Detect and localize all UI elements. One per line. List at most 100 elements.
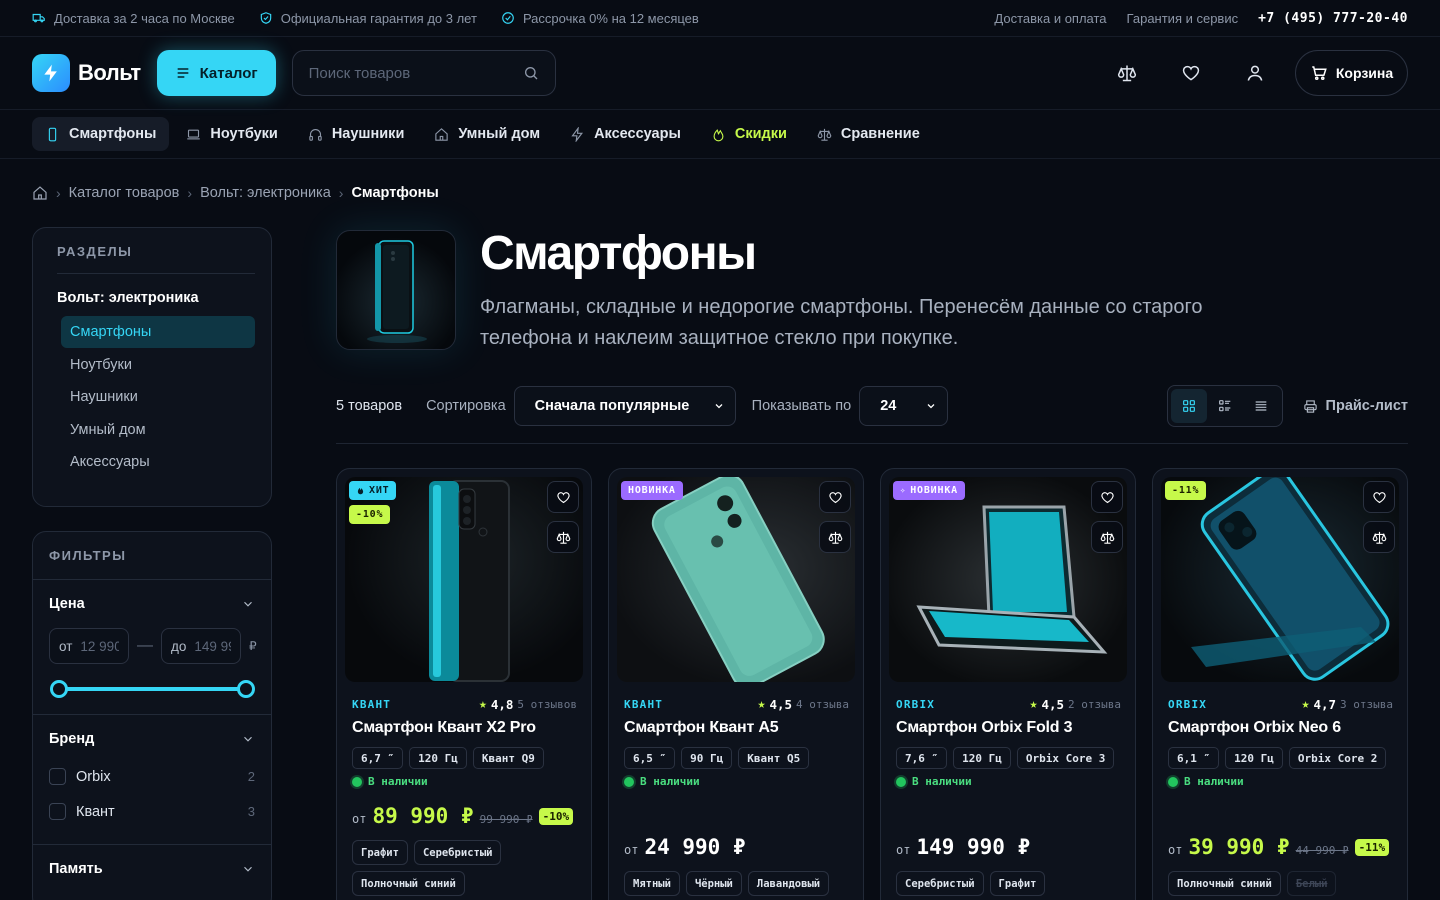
section-item-laptops[interactable]: Ноутбуки — [61, 349, 255, 381]
link-warranty-service[interactable]: Гарантия и сервис — [1127, 11, 1239, 26]
catnav-item-laptops[interactable]: Ноутбуки — [173, 117, 290, 151]
sort-value: Сначала популярные — [534, 398, 690, 414]
spec-chip: Orbix Core 2 — [1288, 747, 1387, 769]
cart-label: Корзина — [1335, 65, 1394, 81]
cart-button[interactable]: Корзина — [1295, 50, 1408, 96]
product-brand[interactable]: ORBIX — [1168, 698, 1207, 711]
price-filter-header[interactable]: Цена — [49, 596, 255, 612]
price-to-value: 149 990 — [194, 638, 231, 654]
per-page-select[interactable]: 24 — [859, 386, 949, 426]
brand-option-orbix[interactable]: Orbix 2 — [49, 759, 255, 794]
product-title[interactable]: Смартфон Квант A5 — [624, 719, 779, 737]
view-list-button[interactable] — [1207, 389, 1243, 423]
catnav-label: Умный дом — [458, 126, 541, 142]
price-from-value: 12 990 — [80, 638, 119, 654]
add-to-favorites-button[interactable] — [819, 481, 851, 513]
product-title[interactable]: Смартфон Orbix Neo 6 — [1168, 719, 1341, 737]
link-delivery-payment[interactable]: Доставка и оплата — [994, 11, 1106, 26]
review-count[interactable]: 5 отзывов — [517, 698, 577, 711]
product-card[interactable]: ХИТ -10% КВАНТ ★ 4,8 5 отзывов Смартфон … — [336, 468, 592, 900]
product-title[interactable]: Смартфон Orbix Fold 3 — [896, 719, 1072, 737]
breadcrumb-link[interactable]: Вольт: электроника — [200, 185, 331, 201]
catnav-item-accessories[interactable]: Аксессуары — [557, 117, 694, 151]
catnav-item-smartphones[interactable]: Смартфоны — [32, 117, 170, 151]
color-option[interactable]: Серебристый — [896, 871, 984, 896]
section-item-smartphones[interactable]: Смартфоны — [61, 316, 255, 348]
color-option[interactable]: Полночный синий — [352, 871, 465, 896]
catnav-item-smart-home[interactable]: Умный дом — [421, 117, 553, 151]
brand-option-kvant[interactable]: Квант 3 — [49, 794, 255, 829]
memory-filter-header[interactable]: Память — [49, 861, 255, 877]
product-card[interactable]: НОВИНКА КВАНТ ★ 4,5 4 отзыва Смартфон Кв… — [608, 468, 864, 900]
product-title[interactable]: Смартфон Квант X2 Pro — [352, 719, 536, 737]
home-icon[interactable] — [32, 185, 48, 201]
compare-button[interactable] — [1095, 50, 1159, 96]
add-to-favorites-button[interactable] — [1091, 481, 1123, 513]
sections-group[interactable]: Вольт: электроника — [57, 290, 255, 306]
product-count: 5 товаров — [336, 398, 403, 414]
color-option[interactable]: Чёрный — [685, 871, 742, 896]
section-item-smart-home[interactable]: Умный дом — [61, 414, 255, 446]
add-to-compare-button[interactable] — [819, 521, 851, 553]
add-to-compare-button[interactable] — [1091, 521, 1123, 553]
slider-track — [58, 687, 247, 691]
section-item-accessories[interactable]: Аксессуары — [61, 446, 255, 478]
brand-count: 2 — [247, 769, 255, 784]
product-brand[interactable]: КВАНТ — [352, 698, 391, 711]
chevron-down-icon — [244, 601, 252, 607]
slider-handle-max[interactable] — [237, 680, 255, 698]
price-list-button[interactable]: Прайс-лист — [1303, 398, 1408, 414]
product-brand[interactable]: КВАНТ — [624, 698, 663, 711]
scales-icon — [1117, 65, 1137, 82]
color-option[interactable]: Серебристый — [413, 840, 502, 865]
price-range-slider[interactable] — [50, 680, 255, 698]
phone-number[interactable]: +7 (495) 777-20-40 — [1258, 11, 1408, 26]
heart-icon — [828, 491, 842, 503]
catnav-item-compare[interactable]: Сравнение — [804, 117, 933, 151]
catalog-button-label: Каталог — [199, 64, 258, 82]
discount-badge: -11% — [1354, 838, 1390, 856]
logo[interactable]: Вольт — [32, 54, 141, 92]
catnav-label: Смартфоны — [69, 126, 157, 142]
discount-badge: -10% — [538, 807, 574, 825]
catalog-button[interactable]: Каталог — [156, 50, 276, 96]
scales-icon — [817, 128, 832, 141]
add-to-favorites-button[interactable] — [1363, 481, 1395, 513]
catnav-item-headphones[interactable]: Наушники — [295, 117, 418, 151]
memory-filter-title: Память — [49, 861, 103, 877]
review-count[interactable]: 2 отзыва — [1068, 698, 1121, 711]
slider-handle-min[interactable] — [50, 680, 68, 698]
perk-delivery-text: Доставка за 2 часа по Москве — [54, 10, 235, 26]
checkbox[interactable] — [49, 768, 66, 785]
breadcrumb-current: Смартфоны — [351, 185, 439, 201]
review-count[interactable]: 3 отзыва — [1340, 698, 1393, 711]
view-grid-button[interactable] — [1170, 389, 1207, 423]
search-input[interactable]: Поиск товаров — [291, 50, 556, 96]
top-info-bar: Доставка за 2 часа по Москве Официальная… — [0, 0, 1440, 37]
section-item-headphones[interactable]: Наушники — [61, 381, 255, 413]
product-card[interactable]: -11% ORBIX ★ 4,7 3 отзыва Смартфон Orbix… — [1152, 468, 1408, 900]
checkbox[interactable] — [49, 803, 66, 820]
product-price: от 149 990 ₽ — [896, 835, 1030, 859]
product-card[interactable]: ✧ НОВИНКА ORBIX ★ 4,5 2 отзыва Смартфон … — [880, 468, 1136, 900]
add-to-compare-button[interactable] — [547, 521, 579, 553]
color-option[interactable]: Полночный синий — [1168, 871, 1281, 896]
add-to-compare-button[interactable] — [1363, 521, 1395, 553]
color-option[interactable]: Лавандовый — [747, 871, 830, 896]
brand-filter-header[interactable]: Бренд — [49, 731, 255, 747]
color-option[interactable]: Графит — [989, 871, 1046, 896]
account-button[interactable] — [1223, 50, 1287, 96]
view-table-button[interactable] — [1243, 389, 1279, 423]
price-from-input[interactable]: от 12 990 — [49, 628, 129, 664]
color-option[interactable]: Мятный — [624, 871, 680, 896]
color-option[interactable]: Графит — [352, 840, 408, 865]
favorites-button[interactable] — [1159, 50, 1223, 96]
add-to-favorites-button[interactable] — [547, 481, 579, 513]
price-to-input[interactable]: до 149 990 — [161, 628, 241, 664]
catnav-item-sale[interactable]: Скидки — [698, 117, 800, 151]
breadcrumb-link[interactable]: Каталог товаров — [69, 185, 180, 201]
review-count[interactable]: 4 отзыва — [796, 698, 849, 711]
product-brand[interactable]: ORBIX — [896, 698, 935, 711]
sort-select[interactable]: Сначала популярные — [513, 386, 736, 426]
search-icon[interactable] — [523, 65, 539, 81]
